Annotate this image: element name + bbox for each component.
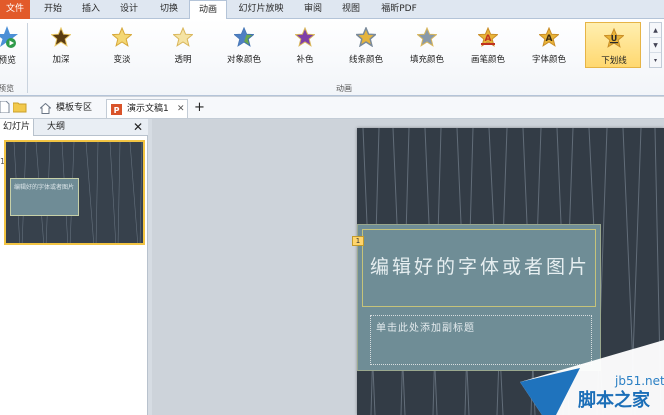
- complementary-color-star-icon: [295, 27, 315, 47]
- tab-file[interactable]: 文件: [0, 0, 30, 19]
- svg-text:P: P: [114, 106, 120, 115]
- svg-text:A: A: [485, 34, 492, 44]
- effect-font-color[interactable]: A 字体颜色: [521, 22, 577, 68]
- gallery-more-icon[interactable]: ▾: [650, 53, 661, 68]
- effect-line-color-label: 线条颜色: [348, 55, 383, 65]
- document-tab-active[interactable]: P 演示文稿1 ✕: [106, 99, 188, 118]
- document-tab-label: 演示文稿1: [127, 104, 169, 114]
- panel-close-icon[interactable]: ✕: [133, 120, 143, 134]
- slides-outline-panel: 幻灯片 大纲 ✕ 1 编辑好的字体或者图片: [0, 119, 148, 415]
- effect-lighten[interactable]: 变淡: [94, 22, 150, 68]
- ribbon-panel: 预览 预览 加深 变淡 透明 对象颜色 补色 线条颜色 填充颜色 A 画笔颜色 …: [0, 19, 664, 96]
- close-document-icon[interactable]: ✕: [177, 100, 185, 118]
- thumb-title: 编辑好的字体或者图片: [14, 184, 75, 191]
- svg-text:A: A: [546, 34, 553, 44]
- tab-design[interactable]: 设计: [114, 0, 144, 19]
- document-tab-bar: 模板专区 P 演示文稿1 ✕ +: [0, 97, 664, 119]
- tab-slideshow[interactable]: 幻灯片放映: [233, 0, 289, 19]
- tab-review[interactable]: 审阅: [298, 0, 328, 19]
- gallery-up-icon[interactable]: ▲: [650, 23, 661, 38]
- watermark-name: 脚本之家: [578, 390, 650, 411]
- effect-brush-color-label: 画笔颜色: [470, 55, 505, 65]
- open-folder-icon[interactable]: [13, 101, 27, 113]
- preview-label: 预览: [0, 56, 17, 66]
- svg-text:U: U: [611, 34, 618, 43]
- tab-home[interactable]: 开始: [38, 0, 68, 19]
- ribbon-tab-bar: 文件 开始 插入 设计 切换 动画 幻灯片放映 审阅 视图 福昕PDF: [0, 0, 664, 20]
- tab-outline[interactable]: 大纲: [36, 119, 76, 136]
- tab-transitions[interactable]: 切换: [153, 0, 185, 19]
- tab-animations[interactable]: 动画: [189, 0, 227, 20]
- darken-star-icon: [51, 27, 71, 47]
- add-tab-button[interactable]: +: [194, 99, 208, 118]
- underline-star-icon: U: [604, 28, 624, 48]
- slide-title[interactable]: 编辑好的字体或者图片: [370, 253, 598, 281]
- effect-object-color[interactable]: 对象颜色: [216, 22, 272, 68]
- fill-color-star-icon: [417, 27, 437, 47]
- lighten-star-icon: [112, 27, 132, 47]
- template-zone-label: 模板专区: [56, 103, 93, 113]
- new-document-icon[interactable]: [0, 101, 10, 113]
- effect-object-color-label: 对象颜色: [226, 55, 261, 65]
- tab-view[interactable]: 视图: [336, 0, 366, 19]
- tab-foxit-pdf[interactable]: 福昕PDF: [374, 0, 424, 19]
- slide-subtitle[interactable]: 单击此处添加副标题: [376, 319, 475, 334]
- brush-color-star-icon: A: [478, 27, 498, 47]
- effect-transparency[interactable]: 透明: [155, 22, 211, 68]
- effect-fill-color[interactable]: 填充颜色: [399, 22, 455, 68]
- preview-button[interactable]: 预览: [0, 21, 26, 79]
- ribbon-separator: [27, 23, 28, 93]
- animation-group-label: 动画: [336, 84, 352, 93]
- preview-group-label: 预览: [0, 84, 14, 93]
- effect-lighten-label: 变淡: [113, 55, 131, 65]
- effect-complementary-label: 补色: [296, 55, 314, 65]
- font-color-star-icon: A: [539, 27, 559, 47]
- gallery-down-icon[interactable]: ▼: [650, 38, 661, 53]
- object-color-star-icon: [234, 27, 254, 47]
- preview-star-icon: [0, 26, 18, 48]
- tab-slides[interactable]: 幻灯片: [0, 119, 34, 136]
- template-zone-tab[interactable]: 模板专区: [40, 99, 104, 118]
- slide-thumbnail[interactable]: 编辑好的字体或者图片: [4, 140, 145, 245]
- effect-fill-color-label: 填充颜色: [409, 55, 444, 65]
- line-color-star-icon: [356, 27, 376, 47]
- home-icon: [40, 103, 51, 114]
- effect-complementary[interactable]: 补色: [277, 22, 333, 68]
- effect-underline[interactable]: U 下划线: [585, 22, 641, 68]
- animation-effects-gallery: 加深 变淡 透明 对象颜色 补色 线条颜色 填充颜色 A 画笔颜色 A 字体颜色…: [33, 22, 648, 70]
- presentation-file-icon: P: [111, 104, 122, 115]
- gallery-scroll[interactable]: ▲ ▼ ▾: [649, 22, 662, 68]
- effect-font-color-label: 字体颜色: [531, 55, 566, 65]
- powerpoint-window: 文件 开始 插入 设计 切换 动画 幻灯片放映 审阅 视图 福昕PDF 预览 预…: [0, 0, 664, 415]
- animation-order-badge[interactable]: 1: [352, 236, 364, 246]
- panel-tab-bar: 幻灯片 大纲 ✕: [0, 119, 148, 136]
- effect-transparency-label: 透明: [174, 55, 192, 65]
- effect-line-color[interactable]: 线条颜色: [338, 22, 394, 68]
- effect-darken-label: 加深: [52, 55, 70, 65]
- transparency-star-icon: [173, 27, 193, 47]
- thumb-title-box: 编辑好的字体或者图片: [10, 178, 79, 216]
- tab-insert[interactable]: 插入: [76, 0, 106, 19]
- effect-underline-label: 下划线: [601, 56, 627, 66]
- effect-brush-color[interactable]: A 画笔颜色: [460, 22, 516, 68]
- effect-darken[interactable]: 加深: [33, 22, 89, 68]
